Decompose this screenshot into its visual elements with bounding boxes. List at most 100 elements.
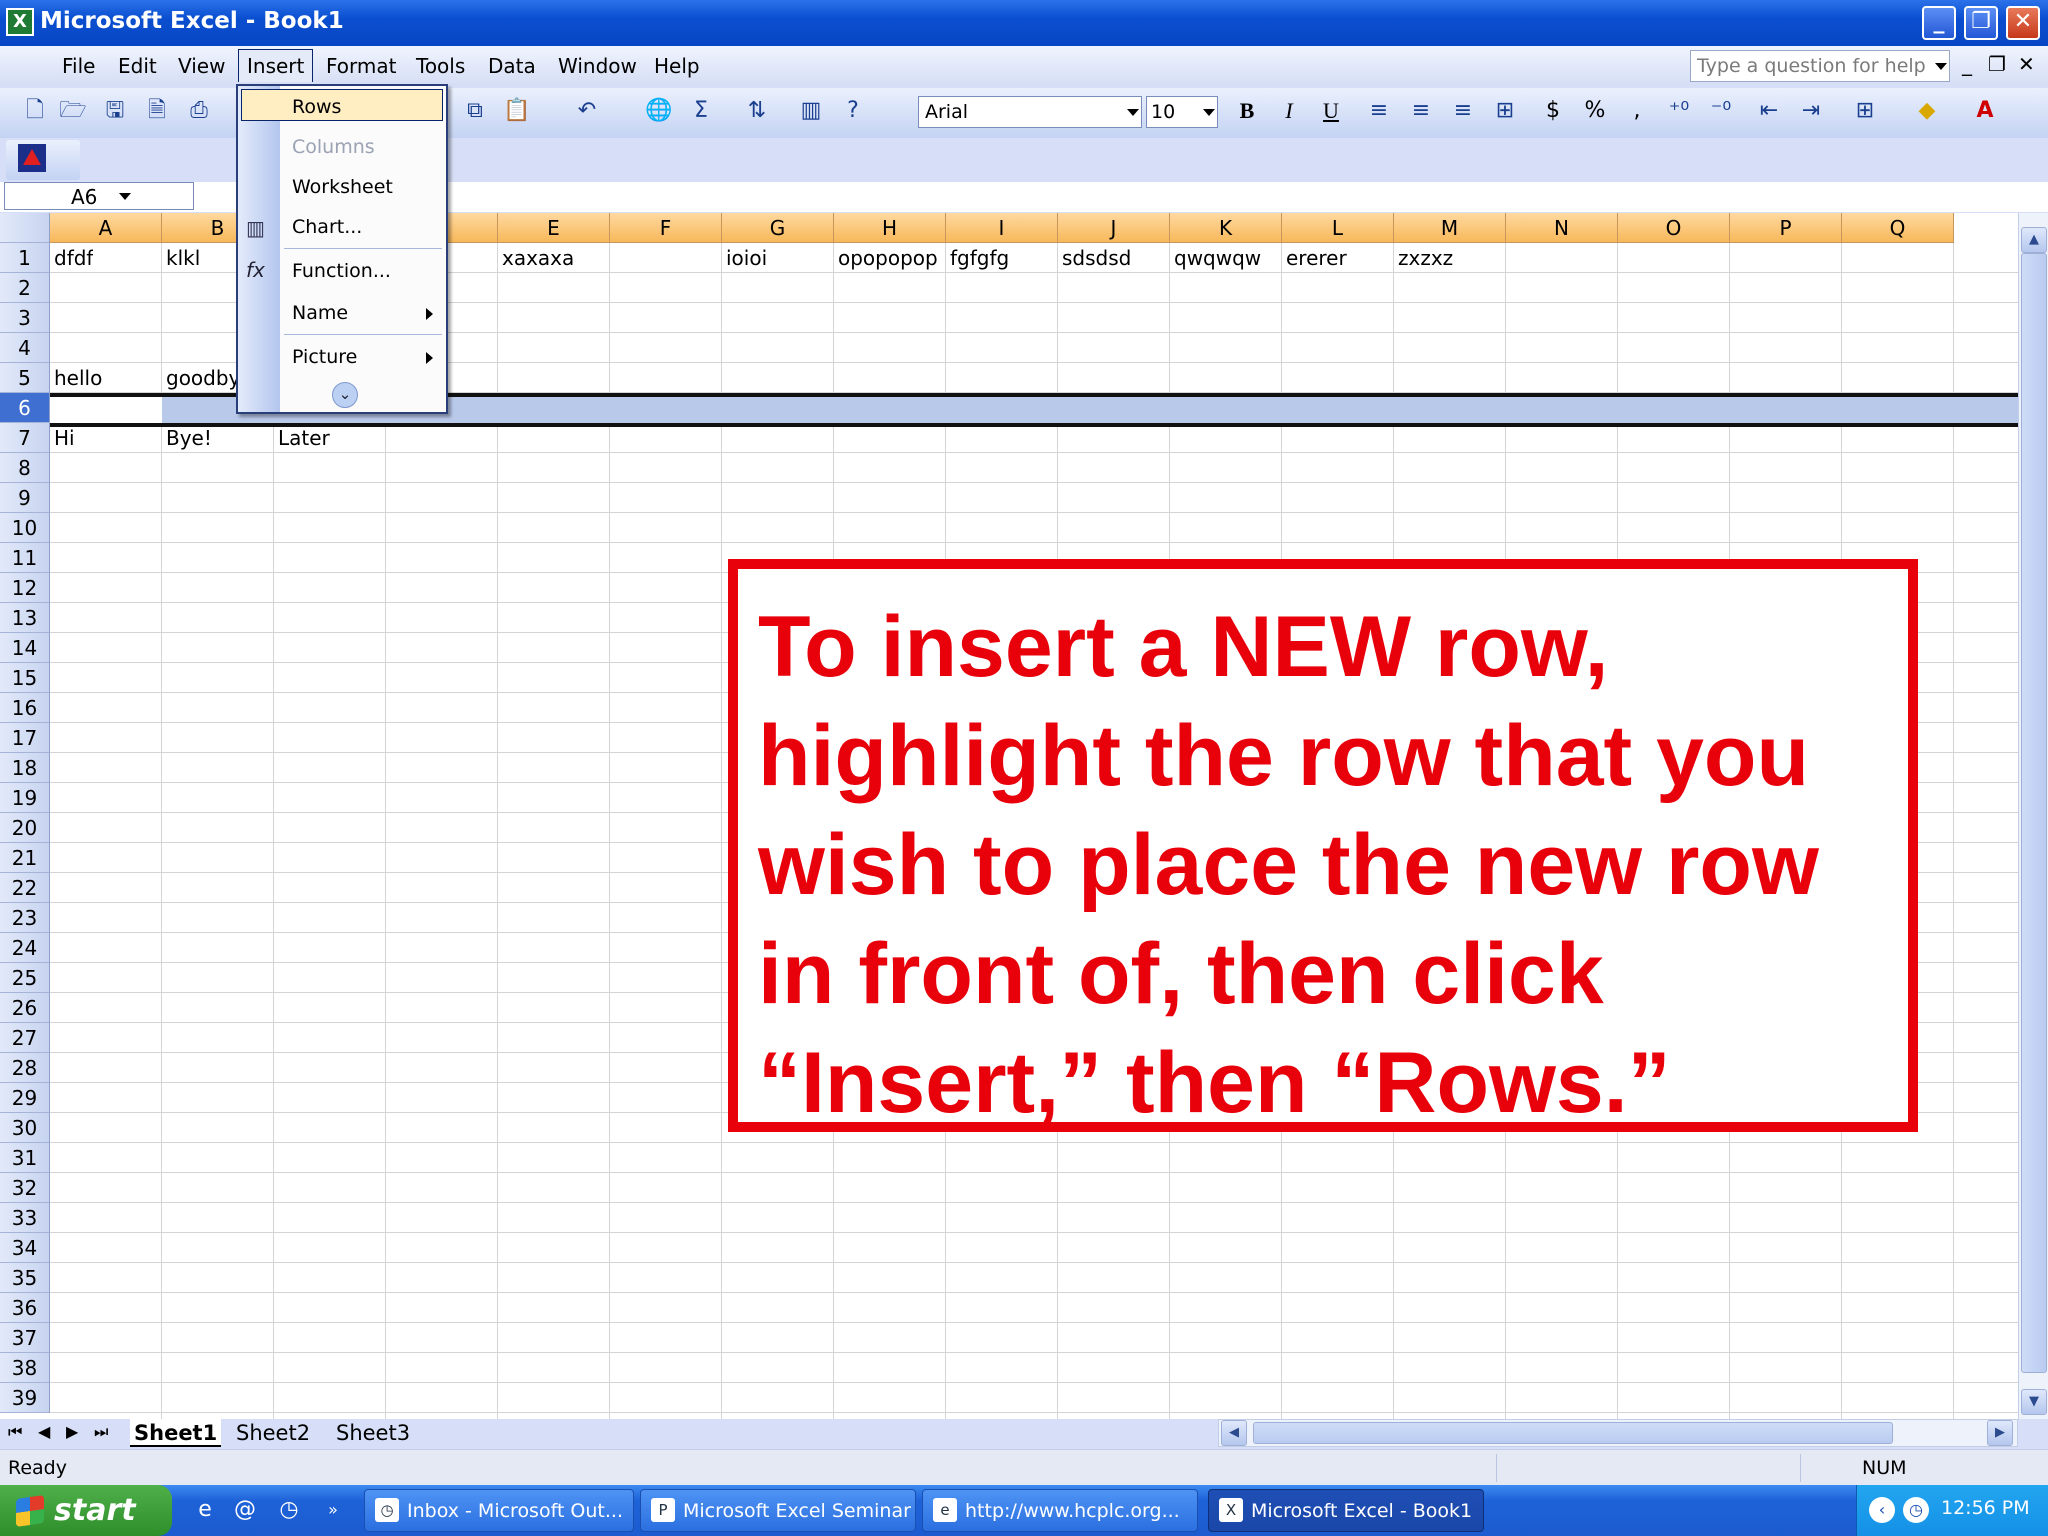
workbook-minimize-button[interactable]: _ bbox=[1962, 52, 1972, 76]
row-header-29[interactable]: 29 bbox=[0, 1083, 50, 1113]
font-name-select[interactable]: Arial bbox=[918, 96, 1142, 128]
next-sheet-icon[interactable]: ▶ bbox=[66, 1422, 78, 1441]
merge-center-icon[interactable]: ⊞ bbox=[1490, 96, 1520, 126]
percent-button[interactable]: % bbox=[1580, 96, 1610, 126]
cell-k1[interactable]: qwqwqw bbox=[1174, 246, 1261, 270]
menu-edit[interactable]: Edit bbox=[118, 54, 157, 78]
chart-wizard-icon[interactable]: ▥ bbox=[796, 96, 826, 126]
row-header-39[interactable]: 39 bbox=[0, 1383, 50, 1413]
horizontal-scrollbar[interactable]: ◀ ▶ bbox=[1218, 1419, 2018, 1447]
row-header-13[interactable]: 13 bbox=[0, 603, 50, 633]
row-header-7[interactable]: 7 bbox=[0, 423, 50, 453]
currency-button[interactable]: $ bbox=[1538, 96, 1568, 126]
row-header-30[interactable]: 30 bbox=[0, 1113, 50, 1143]
column-header-k[interactable]: K bbox=[1170, 213, 1282, 243]
cell-m1[interactable]: zxzxz bbox=[1398, 246, 1453, 270]
increase-decimal-icon[interactable]: ⁺⁰ bbox=[1664, 96, 1694, 126]
menu-item-worksheet[interactable]: Worksheet bbox=[292, 176, 393, 198]
chevron-right-icon[interactable]: » bbox=[318, 1495, 348, 1525]
scroll-right-button[interactable]: ▶ bbox=[1987, 1420, 2013, 1446]
menu-item-name[interactable]: Name bbox=[292, 302, 348, 324]
task-browser[interactable]: e http://www.hcplc.org... bbox=[922, 1489, 1198, 1532]
column-header-i[interactable]: I bbox=[946, 213, 1058, 243]
open-folder-icon[interactable]: 🗁 bbox=[58, 96, 88, 126]
cell-b1[interactable]: klkl bbox=[166, 246, 200, 270]
cell-h1[interactable]: opopopop bbox=[838, 246, 938, 270]
permission-icon[interactable]: 🗎 bbox=[142, 96, 172, 126]
sheet-tab-sheet2[interactable]: Sheet2 bbox=[232, 1419, 314, 1447]
menu-item-rows[interactable]: Rows bbox=[292, 96, 341, 118]
cell-c7[interactable]: Later bbox=[278, 426, 330, 450]
first-sheet-icon[interactable]: ⏮ bbox=[8, 1422, 22, 1442]
menu-file[interactable]: File bbox=[62, 54, 95, 78]
column-header-h[interactable]: H bbox=[834, 213, 946, 243]
chevron-down-icon[interactable] bbox=[1127, 109, 1139, 116]
row-header-5[interactable]: 5 bbox=[0, 363, 50, 393]
font-size-select[interactable]: 10 bbox=[1146, 96, 1218, 128]
vertical-scrollbar[interactable]: ▲ ▼ bbox=[2018, 213, 2048, 1419]
hyperlink-icon[interactable]: 🌐 bbox=[644, 96, 674, 126]
horizontal-scroll-thumb[interactable] bbox=[1253, 1422, 1893, 1444]
increase-indent-icon[interactable]: ⇥ bbox=[1796, 96, 1826, 126]
internet-explorer-icon[interactable]: e bbox=[190, 1495, 220, 1525]
row-header-33[interactable]: 33 bbox=[0, 1203, 50, 1233]
column-header-e[interactable]: E bbox=[498, 213, 610, 243]
comma-button[interactable]: , bbox=[1622, 96, 1652, 126]
menu-insert[interactable]: Insert bbox=[238, 49, 314, 82]
menu-tools[interactable]: Tools bbox=[416, 54, 465, 78]
outlook-express-icon[interactable]: @ bbox=[230, 1495, 260, 1525]
row-header-17[interactable]: 17 bbox=[0, 723, 50, 753]
cell-j1[interactable]: sdsdsd bbox=[1062, 246, 1131, 270]
chevron-down-icon[interactable] bbox=[119, 193, 131, 200]
row-header-27[interactable]: 27 bbox=[0, 1023, 50, 1053]
scroll-left-button[interactable]: ◀ bbox=[1221, 1420, 1247, 1446]
row-header-8[interactable]: 8 bbox=[0, 453, 50, 483]
column-header-l[interactable]: L bbox=[1282, 213, 1394, 243]
row-header-10[interactable]: 10 bbox=[0, 513, 50, 543]
triangle-tool-icon[interactable] bbox=[18, 144, 46, 172]
align-right-icon[interactable]: ≡ bbox=[1448, 96, 1478, 126]
row-header-4[interactable]: 4 bbox=[0, 333, 50, 363]
cell-a1[interactable]: dfdf bbox=[54, 246, 93, 270]
prev-sheet-icon[interactable]: ◀ bbox=[38, 1422, 50, 1441]
active-cell[interactable] bbox=[50, 397, 162, 425]
row-header-38[interactable]: 38 bbox=[0, 1353, 50, 1383]
vertical-scroll-thumb[interactable] bbox=[2021, 253, 2047, 1373]
decrease-decimal-icon[interactable]: ⁻⁰ bbox=[1706, 96, 1736, 126]
copy-icon[interactable]: ⧉ bbox=[460, 96, 490, 126]
row-header-20[interactable]: 20 bbox=[0, 813, 50, 843]
scroll-down-button[interactable]: ▼ bbox=[2021, 1389, 2047, 1415]
minimize-button[interactable]: _ bbox=[1922, 6, 1956, 40]
chevron-double-down-icon[interactable]: ⌄ bbox=[332, 382, 358, 408]
select-all-corner[interactable] bbox=[0, 213, 50, 243]
row-header-36[interactable]: 36 bbox=[0, 1293, 50, 1323]
row-header-21[interactable]: 21 bbox=[0, 843, 50, 873]
italic-button[interactable]: I bbox=[1274, 96, 1304, 126]
task-excel-seminar[interactable]: P Microsoft Excel Seminar bbox=[640, 1489, 916, 1532]
row-header-24[interactable]: 24 bbox=[0, 933, 50, 963]
task-excel-book1[interactable]: X Microsoft Excel - Book1 bbox=[1208, 1489, 1484, 1532]
close-button[interactable]: ✕ bbox=[2006, 6, 2040, 40]
column-header-g[interactable]: G bbox=[722, 213, 834, 243]
menu-item-picture[interactable]: Picture bbox=[292, 346, 357, 368]
menu-format[interactable]: Format bbox=[326, 54, 396, 78]
row-header-19[interactable]: 19 bbox=[0, 783, 50, 813]
row-header-23[interactable]: 23 bbox=[0, 903, 50, 933]
undo-icon[interactable]: ↶ bbox=[572, 96, 602, 126]
chevron-down-icon[interactable] bbox=[1203, 109, 1215, 116]
row-header-3[interactable]: 3 bbox=[0, 303, 50, 333]
cell-a5[interactable]: hello bbox=[54, 366, 102, 390]
row-header-34[interactable]: 34 bbox=[0, 1233, 50, 1263]
clock-icon[interactable]: ◷ bbox=[1903, 1497, 1929, 1523]
last-sheet-icon[interactable]: ⏭ bbox=[94, 1422, 108, 1442]
row-header-6[interactable]: 6 bbox=[0, 393, 50, 423]
bold-button[interactable]: B bbox=[1232, 96, 1262, 126]
row-header-12[interactable]: 12 bbox=[0, 573, 50, 603]
column-header-q[interactable]: Q bbox=[1842, 213, 1954, 243]
decrease-indent-icon[interactable]: ⇤ bbox=[1754, 96, 1784, 126]
row-header-15[interactable]: 15 bbox=[0, 663, 50, 693]
menu-item-chart[interactable]: Chart... bbox=[292, 216, 362, 238]
row-header-1[interactable]: 1 bbox=[0, 243, 50, 273]
column-header-p[interactable]: P bbox=[1730, 213, 1842, 243]
cell-i1[interactable]: fgfgfg bbox=[950, 246, 1009, 270]
